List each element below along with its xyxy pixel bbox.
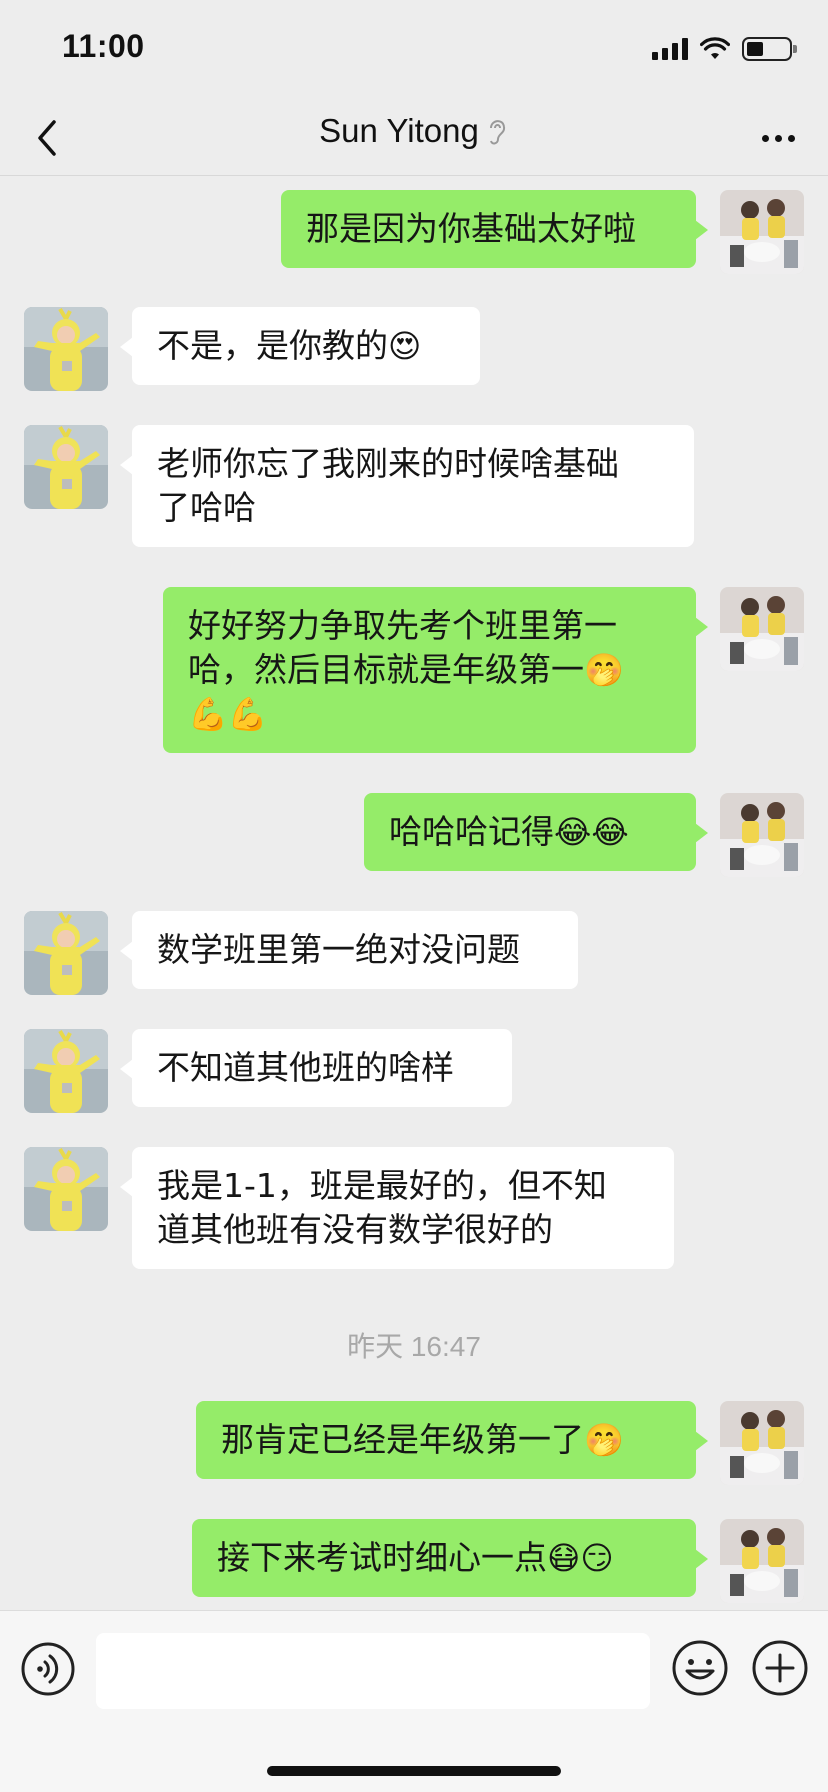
message-text-line: 那肯定已经是年级第一了🤭 (221, 1418, 671, 1462)
message-input[interactable] (96, 1633, 650, 1709)
chat-title: Sun Yitong (319, 112, 479, 149)
battery-icon (742, 37, 797, 61)
message-text: 不是，是你教的 (157, 326, 388, 365)
my-avatar[interactable] (720, 1519, 804, 1603)
chat-area[interactable]: 那是因为你基础太好啦不是，是你教的😍 老师你忘了我刚来的时候啥基础 了哈哈好好努力争… (0, 177, 828, 1610)
message-text-line: 不是，是你教的😍 (157, 324, 455, 368)
message-bubble[interactable]: 那肯定已经是年级第一了🤭 (196, 1401, 708, 1479)
message-text-line: 道其他班有没有数学很好的 (157, 1208, 649, 1252)
contact-avatar[interactable] (24, 1147, 108, 1231)
emoji: 😂😂 (554, 813, 629, 851)
nav-title-wrap: Sun Yitong (0, 112, 828, 150)
message-text-line: 接下来考试时细心一点😷😏 (217, 1536, 671, 1580)
status-icons (652, 34, 797, 64)
message-text: 哈哈哈记得 (389, 812, 554, 851)
message-text: 老师你忘了我刚来的时候啥基础 (157, 444, 619, 483)
message-text: 道其他班有没有数学很好的 (157, 1210, 553, 1249)
message-text-line: 哈哈哈记得😂😂 (389, 810, 671, 854)
message-text: 数学班里第一绝对没问题 (157, 930, 520, 969)
chat-timestamp: 昨天 16:47 (347, 1331, 481, 1362)
message-text-line: 老师你忘了我刚来的时候啥基础 (157, 442, 669, 486)
status-bar: 11:00 (0, 0, 828, 100)
message-text: 好好努力争取先考个班里第一 (188, 606, 617, 645)
ear-icon (489, 120, 505, 145)
contact-avatar[interactable] (24, 1029, 108, 1113)
message-bubble[interactable]: 接下来考试时细心一点😷😏 (192, 1519, 708, 1597)
more-icon[interactable] (754, 120, 802, 156)
message-bubble[interactable]: 好好努力争取先考个班里第一 哈，然后目标就是年级第一🤭 💪💪 (163, 587, 708, 753)
message-bubble[interactable]: 哈哈哈记得😂😂 (364, 793, 708, 871)
contact-avatar[interactable] (24, 911, 108, 995)
emoji: 🤭 (584, 1421, 624, 1459)
my-avatar[interactable] (720, 190, 804, 274)
message-bubble[interactable]: 不是，是你教的😍 (120, 307, 480, 385)
message-text: 那肯定已经是年级第一了 (221, 1420, 584, 1459)
emoji-icon[interactable] (671, 1639, 729, 1697)
message-text-line: 了哈哈 (157, 486, 669, 530)
message-bubble[interactable]: 老师你忘了我刚来的时候啥基础 了哈哈 (120, 425, 694, 547)
message-bubble[interactable]: 不知道其他班的啥样 (120, 1029, 512, 1107)
message-text-line: 哈，然后目标就是年级第一🤭 (188, 648, 671, 692)
my-avatar[interactable] (720, 587, 804, 671)
signal-icon (652, 38, 688, 60)
emoji: 😷😏 (547, 1539, 614, 1577)
wifi-icon (700, 37, 730, 59)
emoji-line: 💪💪 (188, 695, 268, 733)
plus-icon[interactable] (751, 1639, 809, 1697)
message-text: 接下来考试时细心一点 (217, 1538, 547, 1577)
input-bar (0, 1610, 828, 1792)
message-text-line: 数学班里第一绝对没问题 (157, 928, 553, 972)
my-avatar[interactable] (720, 793, 804, 877)
contact-avatar[interactable] (24, 425, 108, 509)
message-text-line: 好好努力争取先考个班里第一 (188, 604, 671, 648)
message-bubble[interactable]: 我是1-1，班是最好的，但不知 道其他班有没有数学很好的 (120, 1147, 674, 1269)
home-indicator (267, 1766, 561, 1776)
message-text-line: 不知道其他班的啥样 (157, 1046, 487, 1090)
message-bubble[interactable]: 那是因为你基础太好啦 (281, 190, 708, 268)
message-bubble[interactable]: 数学班里第一绝对没问题 (120, 911, 578, 989)
message-text: 那是因为你基础太好啦 (306, 209, 636, 248)
message-text: 我是1-1，班是最好的，但不知 (157, 1166, 607, 1205)
contact-avatar[interactable] (24, 307, 108, 391)
message-text-line: 我是1-1，班是最好的，但不知 (157, 1164, 649, 1208)
nav-bar: Sun Yitong (0, 100, 828, 176)
emoji: 🤭 (584, 651, 624, 689)
message-text-line: 那是因为你基础太好啦 (306, 207, 671, 251)
status-time: 11:00 (62, 28, 145, 64)
message-text: 了哈哈 (157, 488, 256, 527)
my-avatar[interactable] (720, 1401, 804, 1485)
message-text: 不知道其他班的啥样 (157, 1048, 454, 1087)
emoji: 😍 (388, 327, 422, 365)
voice-icon[interactable] (20, 1641, 76, 1697)
message-text: 哈，然后目标就是年级第一 (188, 650, 584, 689)
